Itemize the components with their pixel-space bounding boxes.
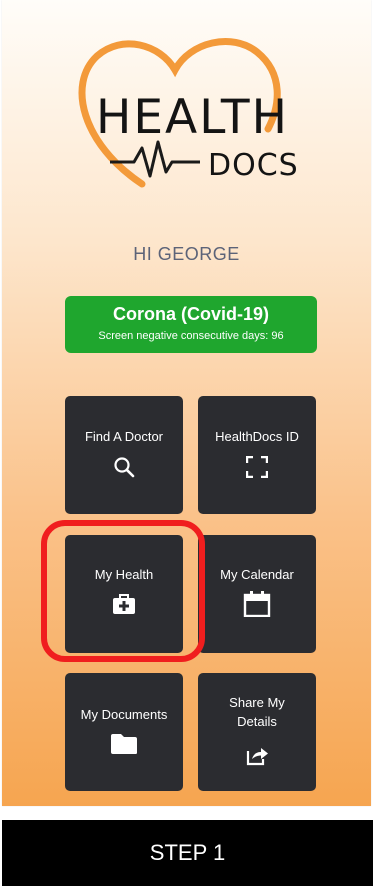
scan-frame-icon [246, 456, 268, 478]
greeting-text: HI GEORGE [133, 244, 240, 264]
logo-word-health: HEALTH [96, 90, 289, 145]
my-documents-button[interactable]: My Documents [65, 673, 183, 791]
tile-label: Find A Doctor [84, 429, 164, 444]
covid-banner-subtitle: Screen negative consecutive days: 96 [98, 330, 284, 342]
tile-label: My Documents [80, 707, 168, 722]
find-a-doctor-button[interactable]: Find A Doctor [65, 396, 183, 514]
covid-status-banner[interactable]: Corona (Covid-19) Screen negative consec… [65, 296, 317, 353]
calendar-icon [243, 591, 271, 617]
app-screen: HEALTH DOCS HI GEORGE Corona (Covid-19) … [2, 0, 371, 806]
logo-word-docs: DOCS [208, 148, 299, 183]
search-icon [113, 456, 135, 478]
tile-label: My Calendar [220, 567, 294, 582]
healthdocs-logo: HEALTH DOCS [72, 34, 322, 194]
share-my-details-button[interactable]: Share My Details [198, 673, 316, 791]
share-icon [245, 744, 269, 766]
tile-label: Share My Details [229, 695, 285, 729]
folder-icon [110, 733, 138, 755]
my-health-highlight-ring [41, 520, 205, 662]
covid-banner-title: Corona (Covid-19) [112, 304, 269, 324]
healthdocs-id-button[interactable]: HealthDocs ID [198, 396, 316, 514]
step-banner: STEP 1 [2, 820, 373, 886]
my-calendar-button[interactable]: My Calendar [198, 535, 316, 653]
tile-label: HealthDocs ID [215, 429, 299, 444]
